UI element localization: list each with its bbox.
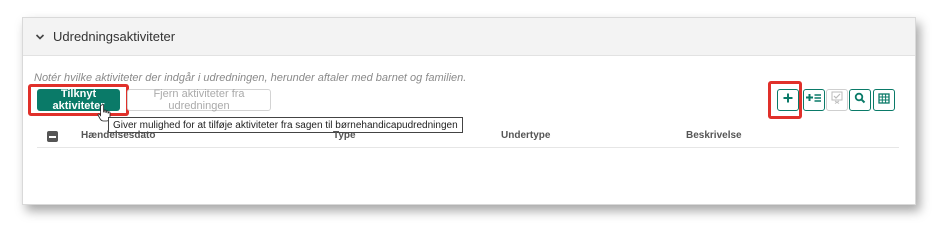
column-header-type[interactable]: Type [333, 130, 356, 141]
column-header-subtype[interactable]: Undertype [501, 130, 550, 141]
panel-hint: Notér hvilke aktiviteter der indgår i ud… [34, 72, 467, 84]
search-icon [854, 91, 866, 109]
column-header-date[interactable]: Hændelsesdato [81, 130, 155, 141]
table-header: Hændelsesdato Type Undertype Beskrivelse [37, 124, 899, 148]
add-list-icon [806, 91, 822, 109]
select-all-checkbox[interactable] [47, 131, 58, 142]
table-view-button[interactable] [873, 89, 895, 111]
add-button[interactable] [777, 89, 799, 111]
search-button[interactable] [849, 89, 871, 111]
plus-icon [782, 91, 794, 109]
checklist-icon [831, 91, 843, 109]
column-header-description[interactable]: Beskrivelse [686, 130, 742, 141]
checklist-button[interactable] [826, 89, 848, 111]
panel-title: Udredningsaktiviteter [53, 29, 176, 44]
table-icon [878, 91, 890, 109]
chevron-down-icon[interactable] [33, 30, 47, 44]
panel-header[interactable]: Udredningsaktiviteter [23, 18, 915, 56]
activities-panel: Udredningsaktiviteter Notér hvilke aktiv… [22, 17, 916, 205]
remove-activities-button[interactable]: Fjern aktiviteter fra udredningen [127, 88, 271, 112]
add-list-button[interactable] [803, 89, 825, 111]
